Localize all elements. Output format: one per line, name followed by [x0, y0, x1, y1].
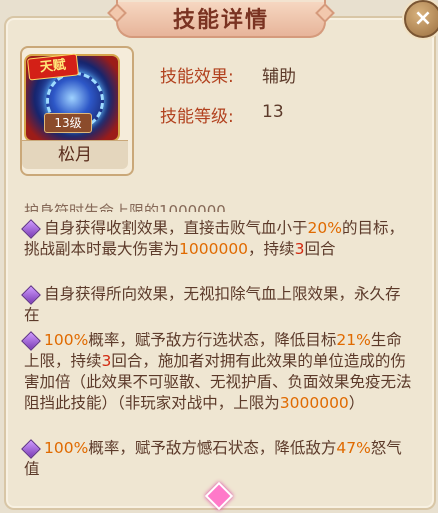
description-entry-4: 100%概率，赋予敌方憾石状态，降低敌方47%怒气值 [21, 438, 414, 480]
title-banner: 技能详情 [116, 0, 326, 38]
description-entry-1: 自身获得收割效果，直接击败气血小于20%的目标，挑战副本时最大伤害为100000… [21, 218, 414, 260]
skill-description[interactable]: 护身符时生命上限的1000000 自身获得收割效果，直接击败气血小于20%的目标… [20, 200, 416, 486]
close-button[interactable]: × [404, 0, 438, 38]
description-entry-3: 100%概率，赋予敌方行选状态，降低目标21%生命上限，持续3回合，施加者对拥有… [21, 330, 414, 414]
clipped-line: 护身符时生命上限的1000000 [24, 202, 226, 212]
diamond-bullet-icon [21, 438, 41, 459]
effect-label: 技能效果: [160, 67, 234, 87]
diamond-bullet-icon [21, 330, 41, 351]
description-entry-2: 自身获得所向效果，无视扣除气血上限效果，永久存在 [21, 284, 414, 326]
page-title: 技能详情 [172, 8, 269, 33]
level-label: 技能等级: [160, 107, 234, 127]
diamond-bullet-icon [21, 218, 41, 239]
skill-level-badge: 13级 [44, 113, 92, 133]
close-icon: × [413, 6, 433, 31]
level-value: 13 [262, 102, 284, 122]
heart-ornament-icon [194, 481, 244, 511]
skill-name: 松月 [22, 140, 128, 169]
effect-value: 辅助 [262, 67, 296, 87]
diamond-bullet-icon [21, 284, 41, 305]
